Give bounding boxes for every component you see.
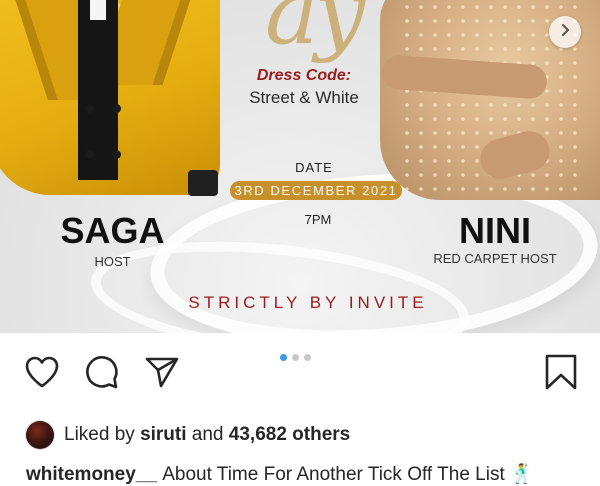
liker-username[interactable]: siruti (140, 424, 186, 446)
carousel-next-button[interactable] (549, 16, 581, 48)
carousel-dot (280, 354, 287, 361)
post-image[interactable]: ay Dress Code: Street & White DATE 3RD D… (0, 0, 600, 333)
date-value: 3RD DECEMBER 2021 (230, 181, 402, 200)
likes-summary[interactable]: Liked by siruti and 43,682 others (26, 420, 350, 450)
avatar[interactable] (26, 421, 54, 449)
caption-username[interactable]: whitemoney__ (26, 464, 157, 485)
carousel-dot (304, 354, 311, 361)
likes-prefix: Liked by (64, 424, 135, 445)
carousel-indicator (280, 354, 311, 361)
likes-conjunction: and (191, 424, 224, 445)
host-role: HOST (94, 254, 131, 269)
comment-icon (84, 354, 120, 395)
like-button[interactable] (22, 354, 62, 394)
likes-count[interactable]: 43,682 others (229, 424, 350, 446)
send-icon (144, 355, 180, 394)
carousel-dot (292, 354, 299, 361)
bookmark-icon (544, 353, 578, 396)
dress-code-value: Street & White (249, 88, 359, 107)
save-button[interactable] (541, 354, 581, 394)
chevron-right-icon (558, 23, 572, 42)
share-button[interactable] (142, 354, 182, 394)
post-caption: whitemoney__ About Time For Another Tick… (26, 462, 534, 486)
post-action-bar (0, 333, 600, 413)
invite-note: STRICTLY BY INVITE (188, 293, 428, 312)
dress-code-label: Dress Code: (256, 67, 352, 84)
comment-button[interactable] (82, 354, 122, 394)
heart-icon (24, 355, 60, 394)
red-carpet-host-role: RED CARPET HOST (433, 251, 557, 266)
decorative-script: ay (265, 0, 365, 65)
red-carpet-host-name: NINI (459, 210, 531, 251)
host-name: SAGA (60, 210, 165, 251)
caption-text: About Time For Another Tick Off The List… (162, 464, 534, 485)
date-label: DATE (295, 160, 333, 175)
